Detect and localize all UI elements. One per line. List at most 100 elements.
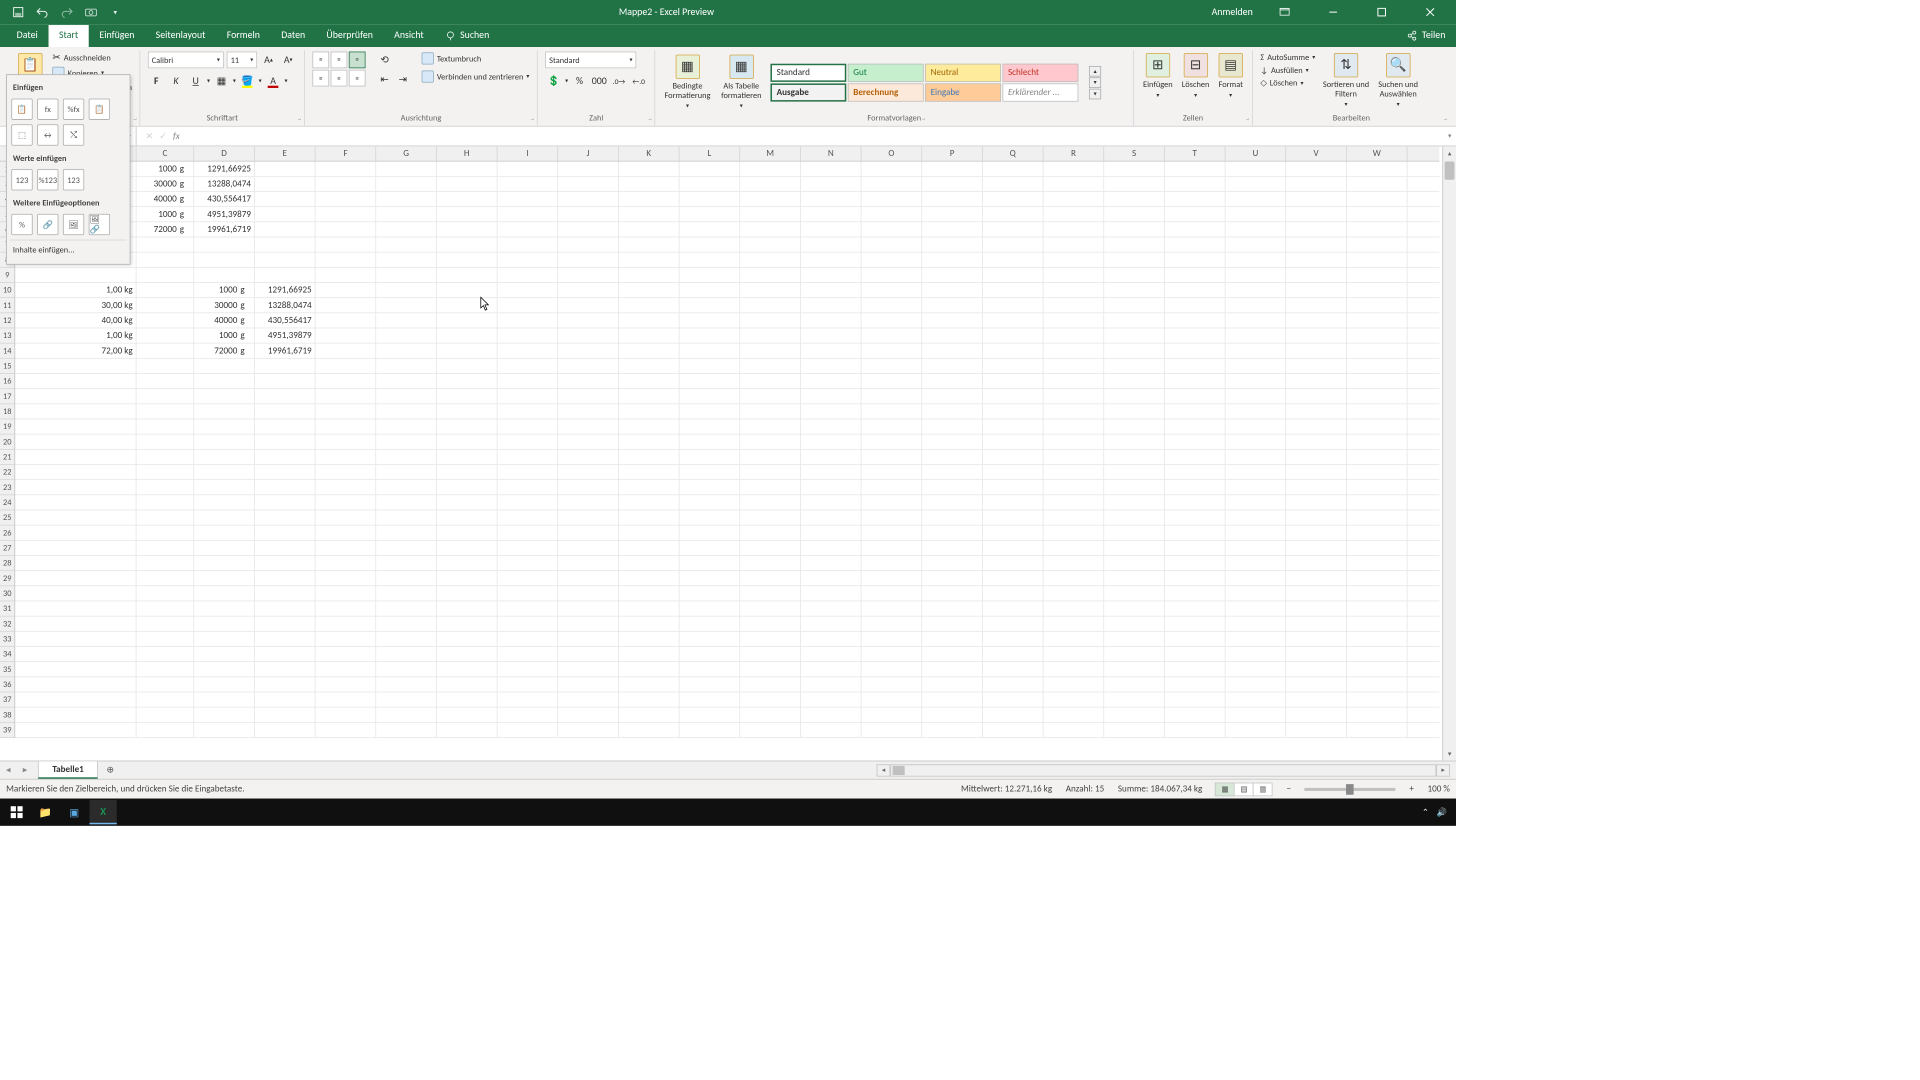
cell-F34[interactable] bbox=[315, 647, 376, 661]
cell-U9[interactable] bbox=[1225, 268, 1286, 282]
cell-M13[interactable] bbox=[740, 328, 801, 342]
cell-K25[interactable] bbox=[619, 510, 680, 524]
cell-C8[interactable] bbox=[136, 253, 194, 267]
row-header-36[interactable]: 36 bbox=[0, 677, 14, 692]
cell-I13[interactable] bbox=[497, 328, 558, 342]
cell-E29[interactable] bbox=[255, 571, 316, 585]
column-header-K[interactable]: K bbox=[619, 146, 680, 160]
cell-U14[interactable] bbox=[1225, 344, 1286, 358]
cell-T20[interactable] bbox=[1165, 435, 1226, 449]
cell-G35[interactable] bbox=[376, 662, 437, 676]
cell-B20[interactable] bbox=[15, 435, 136, 449]
cell-B19[interactable] bbox=[15, 419, 136, 433]
cell-E31[interactable] bbox=[255, 601, 316, 615]
cell-K32[interactable] bbox=[619, 617, 680, 631]
cell-C31[interactable] bbox=[136, 601, 194, 615]
cell-G5[interactable] bbox=[376, 207, 437, 221]
cell-K24[interactable] bbox=[619, 495, 680, 509]
cell-J8[interactable] bbox=[558, 253, 619, 267]
cell-L35[interactable] bbox=[679, 662, 740, 676]
cell-G20[interactable] bbox=[376, 435, 437, 449]
cell-J35[interactable] bbox=[558, 662, 619, 676]
cell-V13[interactable] bbox=[1286, 328, 1347, 342]
cell-I10[interactable] bbox=[497, 283, 558, 297]
cell-B34[interactable] bbox=[15, 647, 136, 661]
cell-K8[interactable] bbox=[619, 253, 680, 267]
cell-I23[interactable] bbox=[497, 480, 558, 494]
cell-N21[interactable] bbox=[801, 450, 862, 464]
cell-V15[interactable] bbox=[1286, 359, 1347, 373]
cell-N9[interactable] bbox=[801, 268, 862, 282]
cell-L5[interactable] bbox=[679, 207, 740, 221]
cell-P27[interactable] bbox=[922, 541, 983, 555]
cell-M22[interactable] bbox=[740, 465, 801, 479]
sheet-tab-1[interactable]: Tabelle1 bbox=[38, 761, 98, 778]
cell-S8[interactable] bbox=[1104, 253, 1165, 267]
cell-U15[interactable] bbox=[1225, 359, 1286, 373]
borders-button[interactable]: ▦ bbox=[213, 73, 230, 90]
cell-V20[interactable] bbox=[1286, 435, 1347, 449]
cell-D27[interactable] bbox=[194, 541, 255, 555]
cell-I7[interactable] bbox=[497, 237, 558, 251]
row-header-19[interactable]: 19 bbox=[0, 419, 14, 434]
cell-L16[interactable] bbox=[679, 374, 740, 388]
cell-B17[interactable] bbox=[15, 389, 136, 403]
cell-U33[interactable] bbox=[1225, 632, 1286, 646]
cell-S6[interactable] bbox=[1104, 222, 1165, 236]
cell-G27[interactable] bbox=[376, 541, 437, 555]
row-header-17[interactable]: 17 bbox=[0, 389, 14, 404]
cell-V6[interactable] bbox=[1286, 222, 1347, 236]
cell-J29[interactable] bbox=[558, 571, 619, 585]
cell-Q4[interactable] bbox=[983, 192, 1044, 206]
cell-H16[interactable] bbox=[437, 374, 498, 388]
cell-O10[interactable] bbox=[861, 283, 922, 297]
cell-W36[interactable] bbox=[1347, 677, 1408, 691]
align-bottom-left[interactable]: ≡ bbox=[312, 70, 329, 87]
cell-R30[interactable] bbox=[1043, 586, 1104, 600]
cell-M29[interactable] bbox=[740, 571, 801, 585]
cell-L15[interactable] bbox=[679, 359, 740, 373]
cell-M28[interactable] bbox=[740, 556, 801, 570]
cell-G4[interactable] bbox=[376, 192, 437, 206]
cell-C24[interactable] bbox=[136, 495, 194, 509]
cell-S12[interactable] bbox=[1104, 313, 1165, 327]
cell-S19[interactable] bbox=[1104, 419, 1165, 433]
cell-O22[interactable] bbox=[861, 465, 922, 479]
cell-U23[interactable] bbox=[1225, 480, 1286, 494]
cell-J39[interactable] bbox=[558, 723, 619, 737]
cell-G37[interactable] bbox=[376, 692, 437, 706]
cell-K39[interactable] bbox=[619, 723, 680, 737]
close-icon[interactable] bbox=[1414, 0, 1447, 24]
cells-area[interactable]: 1000g1291,6692530000g13288,047440000g430… bbox=[15, 162, 1439, 761]
cell-K6[interactable] bbox=[619, 222, 680, 236]
cell-Q7[interactable] bbox=[983, 237, 1044, 251]
row-header-20[interactable]: 20 bbox=[0, 435, 14, 450]
cell-V33[interactable] bbox=[1286, 632, 1347, 646]
cell-C2[interactable]: 1000g bbox=[136, 162, 194, 176]
cell-W37[interactable] bbox=[1347, 692, 1408, 706]
cell-P36[interactable] bbox=[922, 677, 983, 691]
start-button[interactable] bbox=[3, 800, 30, 824]
cell-Q26[interactable] bbox=[983, 526, 1044, 540]
cell-R39[interactable] bbox=[1043, 723, 1104, 737]
cell-S24[interactable] bbox=[1104, 495, 1165, 509]
cell-B18[interactable] bbox=[15, 404, 136, 418]
cell-L28[interactable] bbox=[679, 556, 740, 570]
cell-T28[interactable] bbox=[1165, 556, 1226, 570]
cell-M37[interactable] bbox=[740, 692, 801, 706]
cell-W3[interactable] bbox=[1347, 177, 1408, 191]
cell-W14[interactable] bbox=[1347, 344, 1408, 358]
cell-B32[interactable] bbox=[15, 617, 136, 631]
cell-O6[interactable] bbox=[861, 222, 922, 236]
cell-B35[interactable] bbox=[15, 662, 136, 676]
cell-R18[interactable] bbox=[1043, 404, 1104, 418]
cell-N20[interactable] bbox=[801, 435, 862, 449]
cell-N28[interactable] bbox=[801, 556, 862, 570]
cell-E20[interactable] bbox=[255, 435, 316, 449]
cell-W11[interactable] bbox=[1347, 298, 1408, 312]
cell-Q20[interactable] bbox=[983, 435, 1044, 449]
cell-C29[interactable] bbox=[136, 571, 194, 585]
cell-L9[interactable] bbox=[679, 268, 740, 282]
cell-I20[interactable] bbox=[497, 435, 558, 449]
row-header-12[interactable]: 12 bbox=[0, 313, 14, 328]
